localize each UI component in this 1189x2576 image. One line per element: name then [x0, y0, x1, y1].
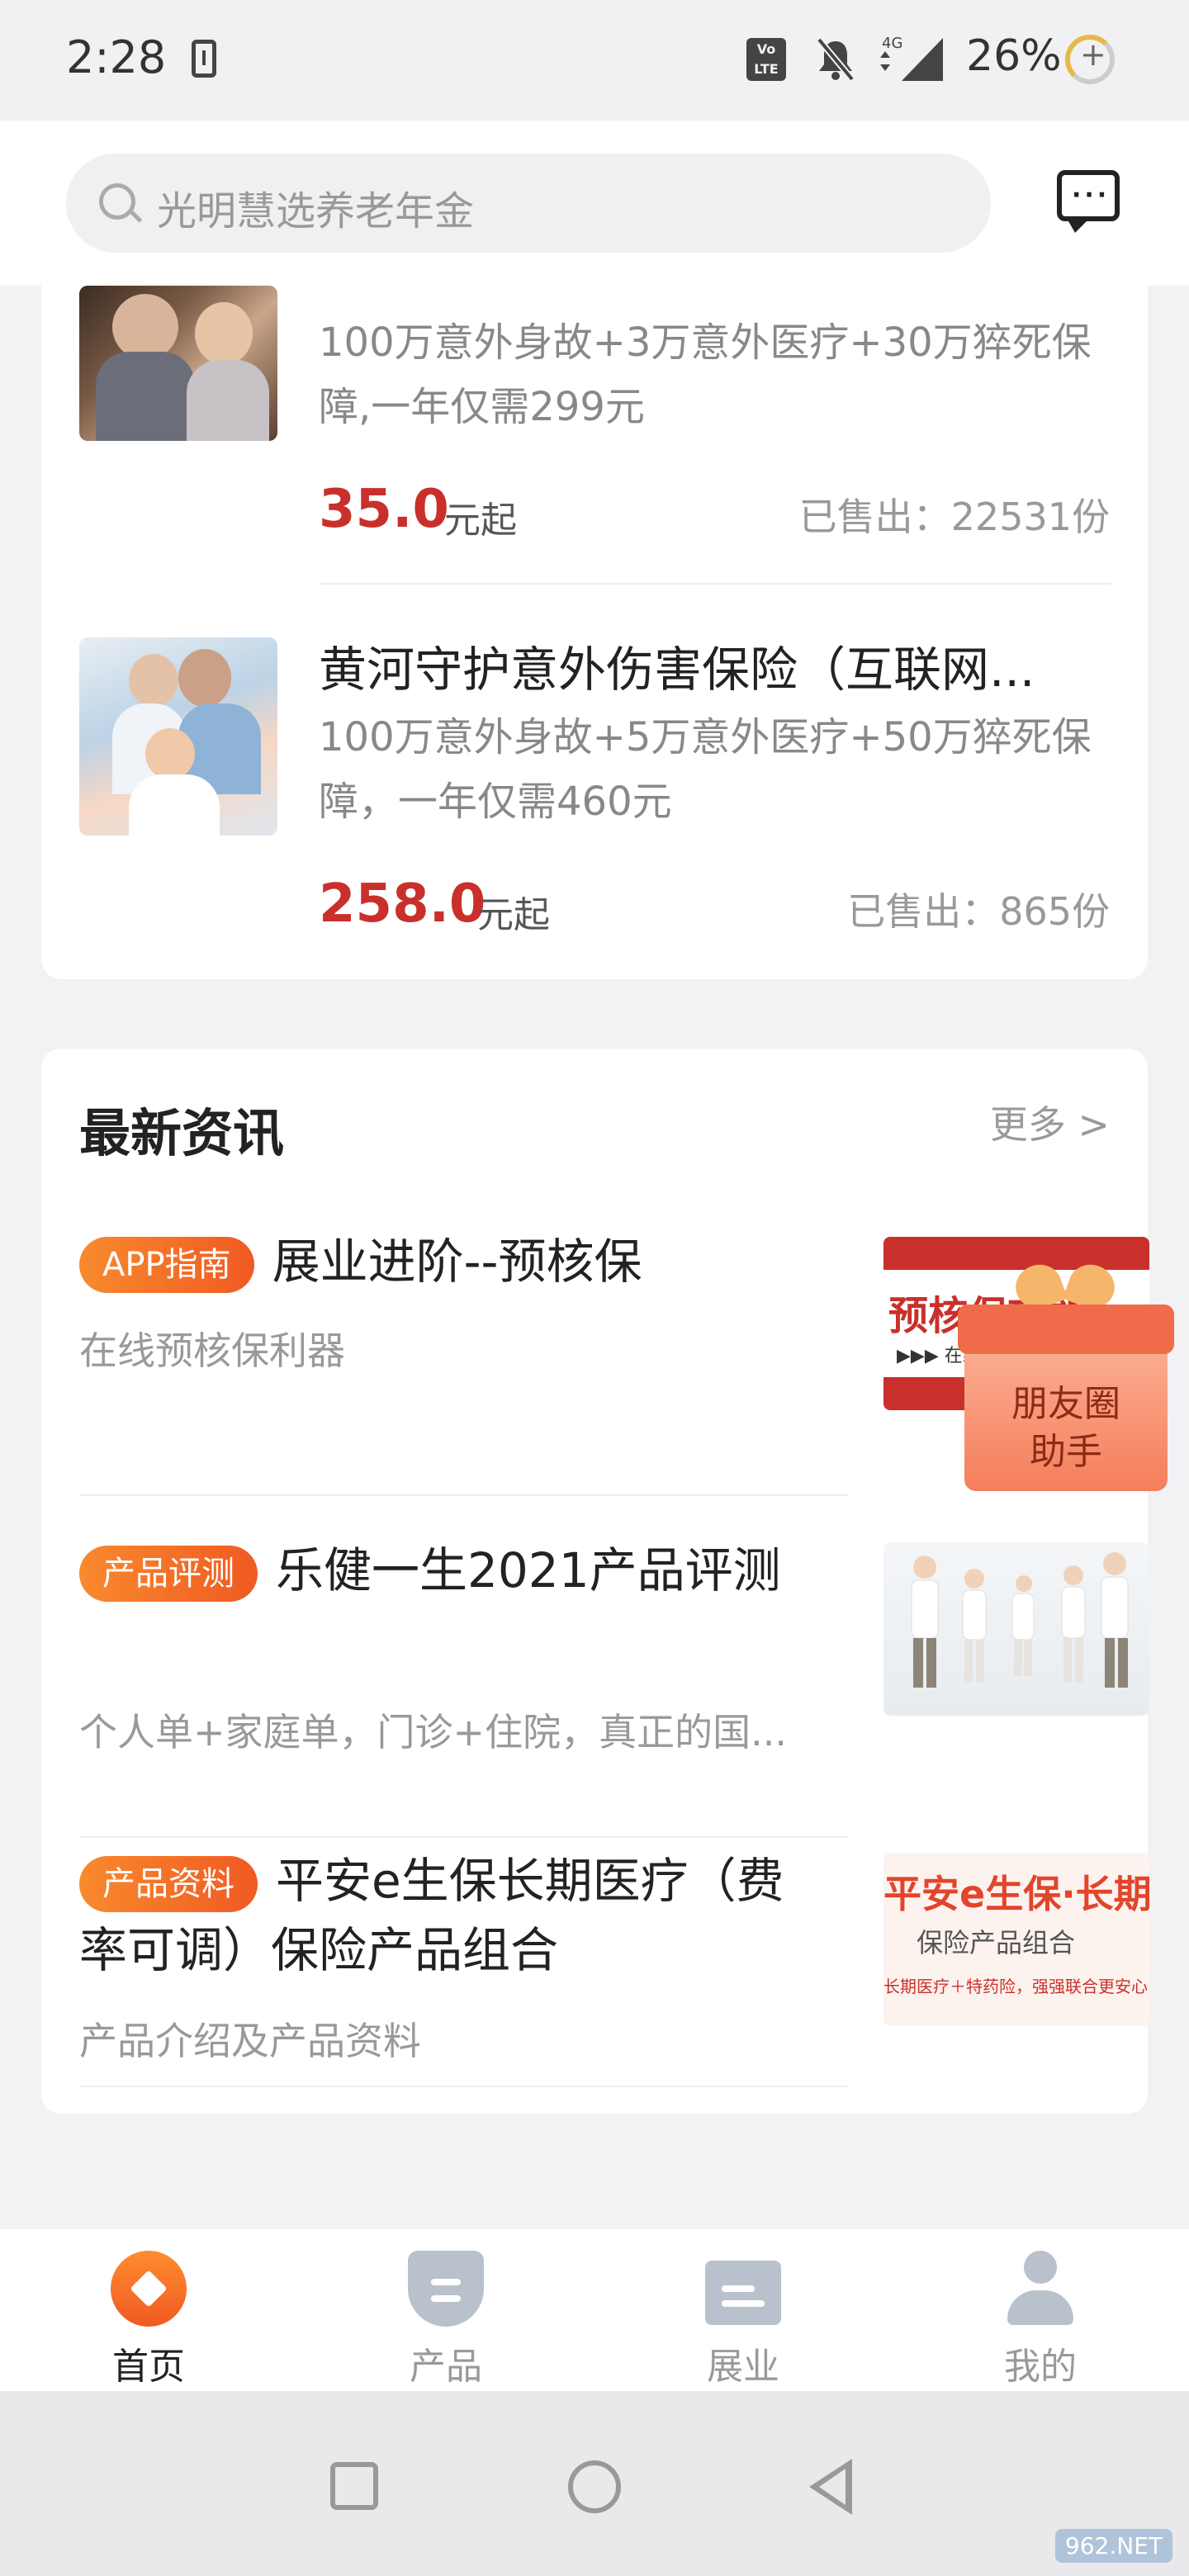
bottom-tab-bar: 首页 产品 展业 我的: [0, 2229, 1189, 2391]
system-nav-bar: 962.NET: [0, 2391, 1189, 2576]
home-button-icon[interactable]: [568, 2460, 621, 2513]
gift-label: 朋友圈 助手: [1011, 1383, 1120, 1473]
tab-label: 首页: [112, 2346, 185, 2388]
app-header: 光明慧选养老年金 ···: [0, 121, 1189, 286]
news-thumbnail: [883, 1542, 1149, 1716]
product-description: 100万意外身故+5万意外医疗+50万猝死保障，一年仅需460元: [319, 714, 1092, 825]
download-icon: [192, 40, 216, 78]
news-item[interactable]: 产品评测 乐健一生2021产品评测 个人单+家庭单，门诊+住院，真正的国...: [79, 1536, 1149, 1853]
news-tag: APP指南: [79, 1236, 254, 1293]
price-suffix: 元起: [444, 500, 517, 542]
news-item[interactable]: APP指南展业进阶--预核保 在线预核保利器 预核保功能 ▶▶▶ 在线预核保利器: [79, 1227, 1149, 1526]
product-image[interactable]: [79, 286, 277, 441]
search-icon: [99, 183, 135, 220]
sold-count: 已售出：22531份: [798, 495, 1110, 539]
divider: [79, 2086, 847, 2087]
news-headline: 产品资料 平安e生保长期医疗（费率可调）保险产品组合: [79, 1853, 784, 1978]
divider: [79, 1494, 847, 1496]
tab-home[interactable]: 首页: [0, 2229, 297, 2391]
message-icon[interactable]: ···: [1057, 170, 1120, 233]
divider: [319, 583, 1111, 585]
news-tag: 产品评测: [79, 1545, 258, 1602]
volte-icon: Vo LTE: [746, 38, 786, 81]
news-item[interactable]: 产品资料 平安e生保长期医疗（费率可调）保险产品组合 产品介绍及产品资料 平安e生…: [79, 1849, 1149, 2097]
folder-icon: [705, 2261, 781, 2325]
news-tag: 产品资料: [79, 1855, 258, 1912]
product-price: 258.0: [319, 874, 486, 935]
divider: [79, 1836, 847, 1838]
news-card: 最新资讯 更多 > APP指南展业进阶--预核保 在线预核保利器 预核保功能 ▶…: [41, 1049, 1149, 2114]
more-link[interactable]: 更多 >: [990, 1095, 1110, 1149]
news-subtitle: 产品介绍及产品资料: [79, 2019, 421, 2063]
svg-text:4G: 4G: [882, 35, 902, 52]
product-title[interactable]: 黄河守护意外伤害保险（互联网...: [319, 631, 1111, 700]
tab-business[interactable]: 展业: [594, 2229, 892, 2391]
search-bar[interactable]: 光明慧选养老年金: [66, 154, 991, 253]
tab-mine[interactable]: 我的: [892, 2229, 1189, 2391]
product-price: 35.0: [319, 479, 449, 540]
recent-apps-icon[interactable]: [330, 2462, 378, 2510]
product-image[interactable]: [79, 637, 277, 836]
tab-label: 产品: [410, 2346, 482, 2388]
price-suffix: 元起: [477, 894, 550, 936]
user-icon: [1002, 2251, 1078, 2327]
tab-label: 展业: [707, 2346, 779, 2388]
news-subtitle: 个人单+家庭单，门诊+住院，真正的国...: [79, 1710, 787, 1754]
status-time: 2:28: [66, 31, 167, 83]
news-subtitle: 在线预核保利器: [79, 1328, 345, 1373]
signal-icon: 4G: [880, 35, 943, 81]
tab-products[interactable]: 产品: [297, 2229, 594, 2391]
news-thumbnail: 平安e生保·长期医疗 保险产品组合 长期医疗＋特药险，强强联合更安心: [883, 1853, 1149, 2026]
back-icon[interactable]: [809, 2459, 852, 2515]
product-list-card: 100万意外身故+3万意外医疗+30万猝死保障,一年仅需299元 35.0 元起…: [41, 286, 1148, 979]
section-title: 最新资讯: [79, 1103, 285, 1163]
status-bar: 2:28 Vo LTE 4G 26%: [0, 0, 1189, 121]
watermark: 962.NET: [1054, 2529, 1172, 2563]
news-headline: APP指南 展业进阶--预核保: [79, 1227, 806, 1296]
battery-saver-icon: [1065, 35, 1115, 84]
sold-count: 已售出：865份: [847, 889, 1110, 934]
news-headline: 产品评测 乐健一生2021产品评测: [79, 1536, 806, 1605]
search-placeholder: 光明慧选养老年金: [157, 188, 475, 234]
bell-muted-icon: [816, 37, 855, 82]
home-icon: [111, 2251, 187, 2327]
moments-assistant-gift-button[interactable]: 朋友圈 助手: [958, 1260, 1174, 1499]
product-description: 100万意外身故+3万意外医疗+30万猝死保障,一年仅需299元: [319, 320, 1092, 430]
shield-icon: [408, 2251, 484, 2327]
battery-percent: 26%: [966, 31, 1062, 81]
tab-label: 我的: [1004, 2346, 1077, 2388]
